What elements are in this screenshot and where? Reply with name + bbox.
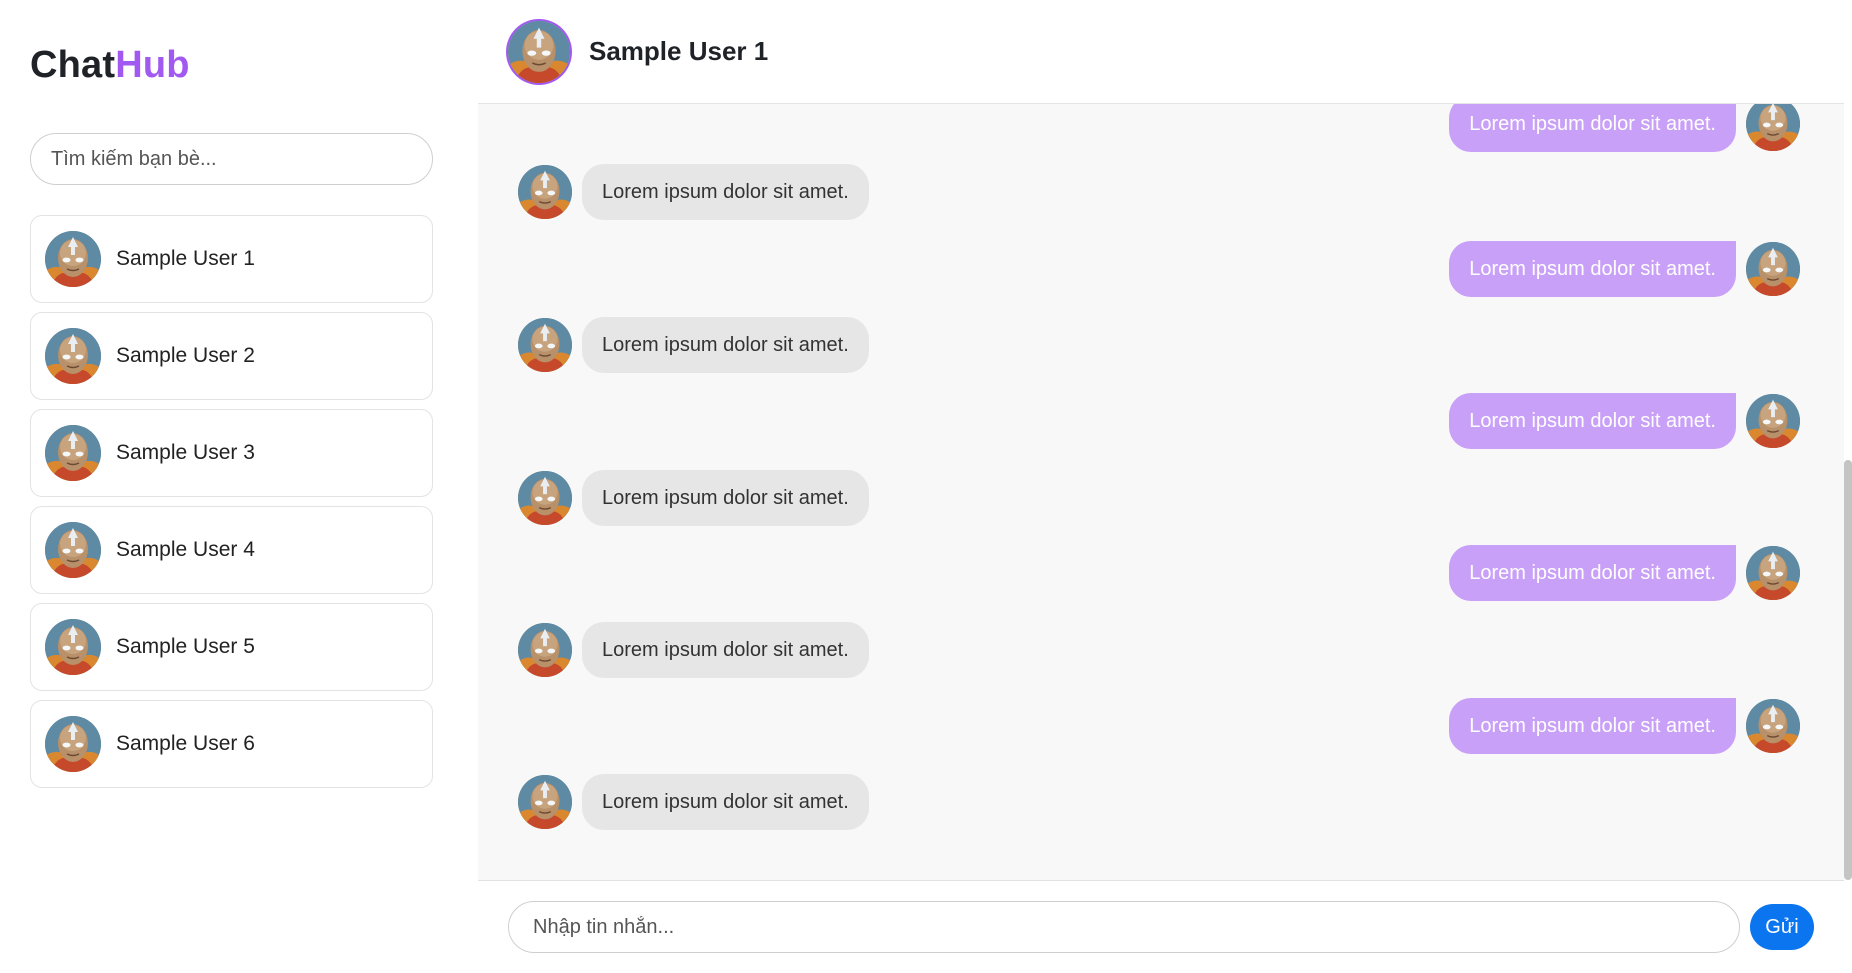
send-button[interactable]: Gửi xyxy=(1750,904,1814,950)
sender-avatar xyxy=(518,623,572,677)
message-bubble: Lorem ipsum dolor sit amet. xyxy=(1449,393,1736,449)
user-name: Sample User 2 xyxy=(116,344,255,367)
message-incoming: Lorem ipsum dolor sit amet. xyxy=(518,317,869,373)
logo-part-hub: Hub xyxy=(115,44,190,86)
chat-partner-avatar xyxy=(508,20,570,83)
message-input[interactable] xyxy=(508,901,1740,953)
user-name: Sample User 5 xyxy=(116,635,255,658)
logo-part-chat: Chat xyxy=(30,44,116,86)
message-bubble: Lorem ipsum dolor sit amet. xyxy=(1449,545,1736,601)
message-composer: Gửi xyxy=(478,880,1844,973)
sender-avatar xyxy=(1746,104,1800,151)
message-incoming: Lorem ipsum dolor sit amet. xyxy=(518,164,869,220)
message-list: Lorem ipsum dolor sit amet. Lorem ipsum … xyxy=(478,104,1844,880)
user-name: Sample User 1 xyxy=(116,247,255,270)
user-name: Sample User 3 xyxy=(116,441,255,464)
message-bubble: Lorem ipsum dolor sit amet. xyxy=(582,774,869,830)
message-bubble: Lorem ipsum dolor sit amet. xyxy=(582,317,869,373)
friend-search-input[interactable] xyxy=(51,147,412,171)
message-bubble: Lorem ipsum dolor sit amet. xyxy=(1449,104,1736,152)
message-bubble: Lorem ipsum dolor sit amet. xyxy=(582,470,869,526)
message-incoming: Lorem ipsum dolor sit amet. xyxy=(518,774,869,830)
scrollbar-thumb[interactable] xyxy=(1844,460,1852,880)
message-bubble: Lorem ipsum dolor sit amet. xyxy=(1449,241,1736,297)
sender-avatar xyxy=(1746,546,1800,600)
message-outgoing: Lorem ipsum dolor sit amet. xyxy=(1449,104,1800,152)
user-list: Sample User 1 Sample User 2 Sample User … xyxy=(30,215,433,797)
message-bubble: Lorem ipsum dolor sit amet. xyxy=(582,164,869,220)
friend-search-box xyxy=(30,133,433,185)
message-outgoing: Lorem ipsum dolor sit amet. xyxy=(1449,393,1800,449)
sender-avatar xyxy=(518,318,572,372)
message-incoming: Lorem ipsum dolor sit amet. xyxy=(518,470,869,526)
message-outgoing: Lorem ipsum dolor sit amet. xyxy=(1449,698,1800,754)
sender-avatar xyxy=(1746,242,1800,296)
chat-header: Sample User 1 xyxy=(478,0,1844,104)
sender-avatar xyxy=(518,471,572,525)
user-list-item[interactable]: Sample User 2 xyxy=(30,312,433,400)
sender-avatar xyxy=(1746,699,1800,753)
user-avatar xyxy=(45,522,101,578)
user-list-item[interactable]: Sample User 3 xyxy=(30,409,433,497)
user-avatar xyxy=(45,619,101,675)
user-list-item[interactable]: Sample User 4 xyxy=(30,506,433,594)
sender-avatar xyxy=(518,775,572,829)
chat-partner-name: Sample User 1 xyxy=(589,36,769,66)
message-bubble: Lorem ipsum dolor sit amet. xyxy=(582,622,869,678)
sidebar: ChatHub Sample User 1 Sample User 2 Samp… xyxy=(0,0,478,973)
user-avatar xyxy=(45,425,101,481)
user-list-item[interactable]: Sample User 1 xyxy=(30,215,433,303)
user-avatar xyxy=(45,328,101,384)
sender-avatar xyxy=(1746,394,1800,448)
message-bubble: Lorem ipsum dolor sit amet. xyxy=(1449,698,1736,754)
user-list-item[interactable]: Sample User 5 xyxy=(30,603,433,691)
message-incoming: Lorem ipsum dolor sit amet. xyxy=(518,622,869,678)
message-outgoing: Lorem ipsum dolor sit amet. xyxy=(1449,545,1800,601)
user-name: Sample User 6 xyxy=(116,732,255,755)
user-avatar xyxy=(45,231,101,287)
user-list-item[interactable]: Sample User 6 xyxy=(30,700,433,788)
message-scrollbar[interactable] xyxy=(1844,0,1852,973)
chat-panel: Sample User 1 Lorem ipsum dolor sit amet… xyxy=(478,0,1852,973)
sender-avatar xyxy=(518,165,572,219)
app-logo: ChatHub xyxy=(30,44,190,87)
message-outgoing: Lorem ipsum dolor sit amet. xyxy=(1449,241,1800,297)
user-avatar xyxy=(45,716,101,772)
user-name: Sample User 4 xyxy=(116,538,255,561)
